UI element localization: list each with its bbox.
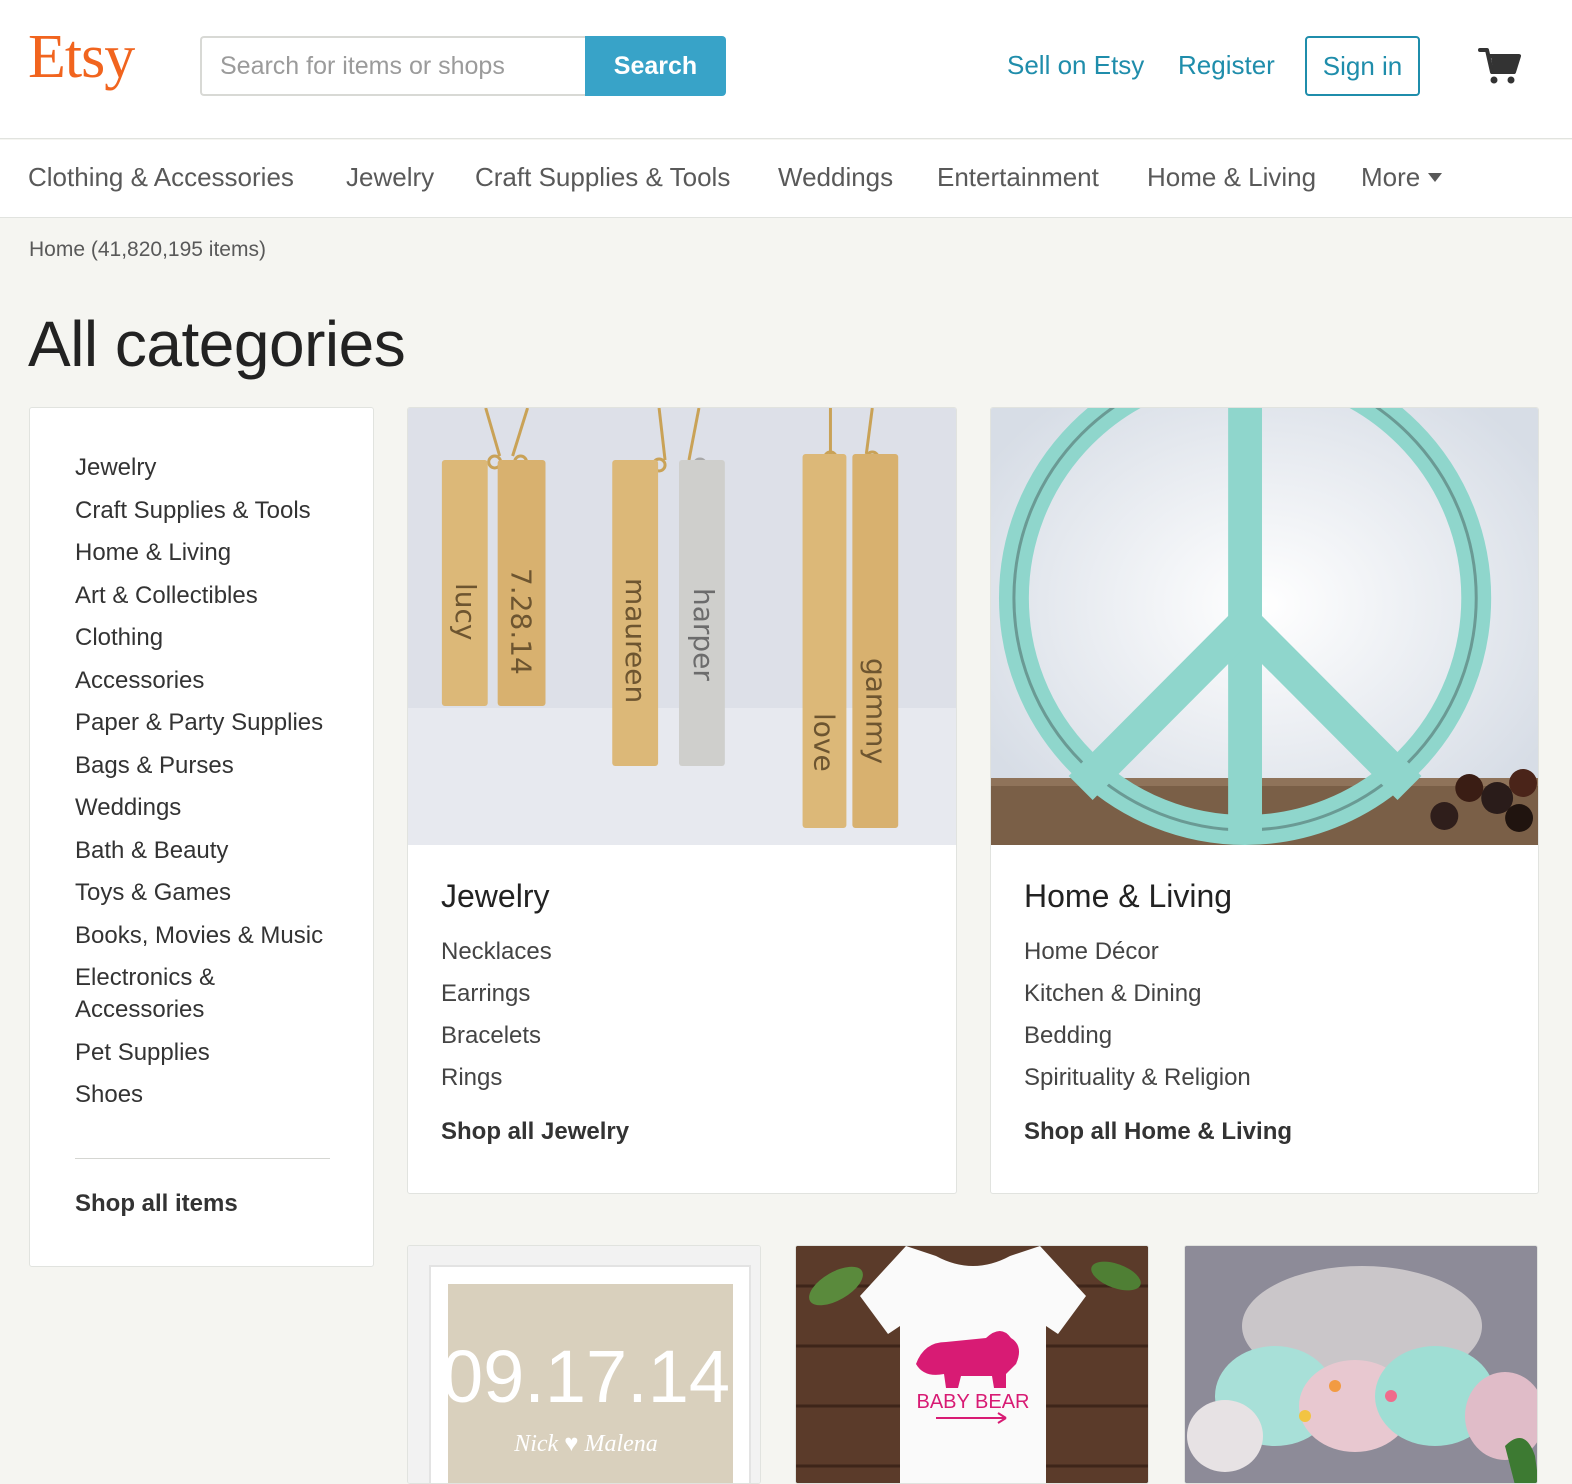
card-link-home-decor[interactable]: Home Décor [1024,936,1251,968]
nav-item-craft-supplies[interactable]: Craft Supplies & Tools [475,160,730,194]
bar-label-gammy: gammy [859,658,892,764]
card-link-rings[interactable]: Rings [441,1062,552,1094]
category-card-home-living[interactable]: Home & Living Home Décor Kitchen & Dinin… [990,407,1539,1194]
more-label: More [1361,162,1421,192]
category-card-jewelry[interactable]: lucy 7.28.14 maureen harper love gammy J… [407,407,957,1194]
baby-sock-bouquet-image [1185,1246,1537,1483]
sidebar-item-electronics[interactable]: Electronics & Accessories [75,962,275,1026]
sidebar-item-bags-purses[interactable]: Bags & Purses [75,750,345,782]
shop-all-home-living-link[interactable]: Shop all Home & Living [1024,1118,1292,1146]
baby-onesie-image: BABY BEAR [796,1246,1148,1483]
sidebar-item-home-living[interactable]: Home & Living [75,537,345,569]
sidebar-item-toys-games[interactable]: Toys & Games [75,877,345,909]
card-title[interactable]: Jewelry [441,878,549,915]
bar-label-love: love [808,713,841,772]
date-print-image: 09.17.14 Nick ♥ Malena [408,1246,760,1483]
category-tile-art-print[interactable]: 09.17.14 Nick ♥ Malena [407,1245,761,1484]
print-date-text: 09.17.14 [442,1335,730,1418]
bar-label-lucy: lucy [449,583,482,640]
nav-item-weddings[interactable]: Weddings [778,160,893,194]
search-input[interactable] [200,36,586,96]
bar-label-harper: harper [687,588,720,681]
card-link-bedding[interactable]: Bedding [1024,1020,1251,1052]
bar-label-maureen: maureen [619,578,652,703]
sidebar-item-craft-supplies[interactable]: Craft Supplies & Tools [75,495,345,527]
card-title[interactable]: Home & Living [1024,878,1232,915]
sign-in-button[interactable]: Sign in [1305,36,1420,96]
card-link-necklaces[interactable]: Necklaces [441,936,552,968]
jewelry-image: lucy 7.28.14 maureen harper love gammy [408,408,956,845]
category-nav: Clothing & Accessories Jewelry Craft Sup… [0,140,1572,218]
page-title: All categories [28,308,406,380]
card-link-spirituality[interactable]: Spirituality & Religion [1024,1062,1251,1094]
card-link-kitchen-dining[interactable]: Kitchen & Dining [1024,978,1251,1010]
category-tile-baby-clothing[interactable]: BABY BEAR [795,1245,1149,1484]
shop-all-jewelry-link[interactable]: Shop all Jewelry [441,1118,629,1146]
sidebar-item-books-movies-music[interactable]: Books, Movies & Music [75,920,345,952]
card-link-earrings[interactable]: Earrings [441,978,552,1010]
card-link-bracelets[interactable]: Bracelets [441,1020,552,1052]
sidebar-item-clothing[interactable]: Clothing [75,622,345,654]
sidebar-divider [75,1158,330,1159]
onesie-text: BABY BEAR [916,1391,1029,1413]
nav-item-clothing-accessories[interactable]: Clothing & Accessories [28,160,294,194]
nav-item-home-living[interactable]: Home & Living [1147,160,1316,194]
sidebar-item-jewelry[interactable]: Jewelry [75,452,345,484]
sidebar-item-accessories[interactable]: Accessories [75,665,345,697]
nav-item-more[interactable]: More [1361,160,1443,194]
nav-item-entertainment[interactable]: Entertainment [937,160,1099,194]
category-tile-baby-gifts[interactable] [1184,1245,1538,1484]
sidebar-item-pet-supplies[interactable]: Pet Supplies [75,1037,345,1069]
shop-all-items-link[interactable]: Shop all items [75,1190,238,1218]
etsy-logo[interactable]: Etsy [28,26,135,88]
search-button[interactable]: Search [585,36,726,96]
sidebar-item-paper-party[interactable]: Paper & Party Supplies [75,707,345,739]
bar-label-date: 7.28.14 [505,568,538,675]
chevron-down-icon [1428,173,1443,182]
category-sidebar: Jewelry Craft Supplies & Tools Home & Li… [29,407,374,1267]
sidebar-item-weddings[interactable]: Weddings [75,792,345,824]
sidebar-item-art-collectibles[interactable]: Art & Collectibles [75,580,345,612]
peace-sign-image [991,408,1538,845]
print-names-text: Nick ♥ Malena [513,1431,658,1457]
shopping-cart-icon[interactable] [1478,44,1522,88]
nav-item-jewelry[interactable]: Jewelry [346,160,434,194]
sell-on-etsy-link[interactable]: Sell on Etsy [1007,48,1144,82]
sidebar-item-bath-beauty[interactable]: Bath & Beauty [75,835,345,867]
sidebar-item-shoes[interactable]: Shoes [75,1079,345,1111]
register-link[interactable]: Register [1178,48,1275,82]
breadcrumb[interactable]: Home (41,820,195 items) [29,238,266,262]
site-header: Etsy Search Sell on Etsy Register Sign i… [0,0,1572,139]
